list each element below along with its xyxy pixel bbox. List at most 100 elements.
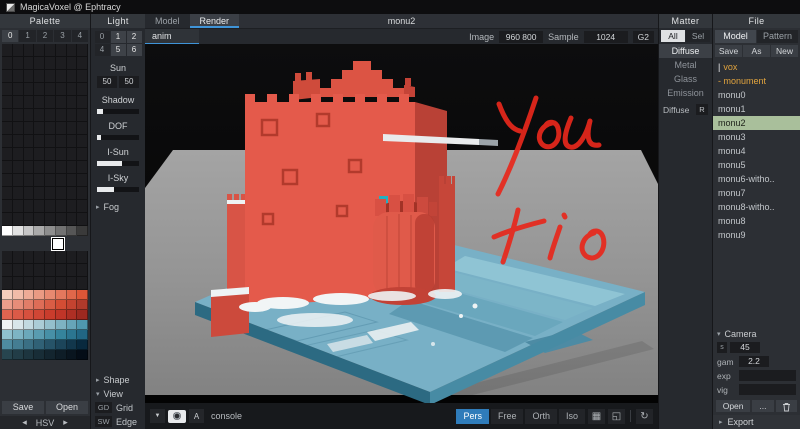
palette-swatch[interactable]: [2, 330, 13, 340]
palette-swatch[interactable]: [13, 83, 24, 96]
palette-swatch[interactable]: [13, 135, 24, 148]
palette-swatch[interactable]: [34, 264, 45, 277]
palette-tab-0[interactable]: 0: [2, 30, 18, 42]
palette-swatch[interactable]: [13, 310, 24, 320]
file-action-save[interactable]: Save: [715, 45, 742, 57]
palette-swatch[interactable]: [45, 83, 56, 96]
palette-swatch[interactable]: [13, 330, 24, 340]
palette-swatch[interactable]: [34, 213, 45, 226]
palette-swatch[interactable]: [56, 213, 67, 226]
palette-swatch[interactable]: [67, 83, 78, 96]
palette-swatch[interactable]: [2, 135, 13, 148]
palette-tab-1[interactable]: 1: [19, 30, 35, 42]
palette-swatch[interactable]: [2, 226, 13, 236]
palette-swatch[interactable]: [77, 96, 88, 109]
palette-swatch[interactable]: [45, 57, 56, 70]
palette-open-button[interactable]: Open: [46, 401, 88, 414]
file-tab-model[interactable]: Model: [715, 30, 756, 43]
palette-swatch[interactable]: [13, 264, 24, 277]
export-row[interactable]: ▸ Export: [713, 415, 800, 429]
palette-swatch[interactable]: [34, 330, 45, 340]
view-mode-iso[interactable]: Iso: [559, 409, 585, 424]
palette-swatch[interactable]: [34, 96, 45, 109]
palette-swatch[interactable]: [13, 226, 24, 236]
palette-swatch[interactable]: [56, 187, 67, 200]
palette-swatch[interactable]: [2, 83, 13, 96]
file-item[interactable]: monu0: [713, 88, 800, 102]
palette-swatch[interactable]: [77, 161, 88, 174]
fov-value[interactable]: 45: [730, 342, 760, 353]
file-action-new[interactable]: New: [771, 45, 798, 57]
palette-swatch[interactable]: [77, 330, 88, 340]
antialias-toggle[interactable]: A: [189, 409, 204, 423]
palette-swatch[interactable]: [45, 320, 56, 330]
palette-swatch[interactable]: [34, 290, 45, 300]
palette-swatch[interactable]: [45, 174, 56, 187]
sun-value-x[interactable]: 50: [97, 76, 117, 88]
dof-slider[interactable]: [97, 135, 139, 140]
file-open-button[interactable]: Open: [716, 400, 750, 412]
file-item[interactable]: monu7: [713, 186, 800, 200]
palette-swatch[interactable]: [67, 174, 78, 187]
gam-value[interactable]: 2.2: [739, 356, 769, 367]
palette-swatch[interactable]: [34, 320, 45, 330]
palette-swatch[interactable]: [34, 200, 45, 213]
grid-toggle-row[interactable]: GD Grid: [91, 401, 145, 415]
palette-swatch[interactable]: [13, 320, 24, 330]
palette-swatch[interactable]: [45, 310, 56, 320]
palette-swatch[interactable]: [24, 226, 35, 236]
palette-swatch[interactable]: [2, 320, 13, 330]
palette-swatch[interactable]: [56, 300, 67, 310]
palette-swatch[interactable]: [34, 174, 45, 187]
palette-swatch[interactable]: [24, 96, 35, 109]
file-item[interactable]: monu6-witho..: [713, 172, 800, 186]
palette-swatch[interactable]: [2, 213, 13, 226]
palette-swatch[interactable]: [67, 44, 78, 57]
palette-swatch[interactable]: [77, 135, 88, 148]
edge-toggle-row[interactable]: SW Edge: [91, 415, 145, 429]
palette-mode-row[interactable]: ◂ HSV ▸: [0, 416, 90, 429]
mode-next-icon[interactable]: ▸: [63, 417, 68, 428]
grid-toggle-icon[interactable]: ▦: [588, 409, 605, 424]
file-item[interactable]: monu5: [713, 158, 800, 172]
palette-swatch[interactable]: [13, 161, 24, 174]
camera-icon[interactable]: [168, 410, 186, 423]
file-item[interactable]: monu9: [713, 228, 800, 242]
palette-swatch[interactable]: [45, 200, 56, 213]
palette-swatch[interactable]: [67, 122, 78, 135]
palette-swatch[interactable]: [34, 148, 45, 161]
palette-swatch[interactable]: [67, 135, 78, 148]
view-row[interactable]: ▾ View: [91, 387, 145, 401]
palette-swatch[interactable]: [2, 148, 13, 161]
palette-swatch[interactable]: [45, 122, 56, 135]
file-more-button[interactable]: ...: [752, 400, 773, 412]
palette-swatch[interactable]: [77, 251, 88, 264]
palette-swatch[interactable]: [67, 109, 78, 122]
palette-swatch[interactable]: [67, 277, 78, 290]
palette-swatch[interactable]: [24, 135, 35, 148]
palette-swatch[interactable]: [67, 290, 78, 300]
palette-swatch[interactable]: [2, 161, 13, 174]
palette-swatch[interactable]: [34, 135, 45, 148]
palette-tab-2[interactable]: 2: [37, 30, 53, 42]
palette-swatch[interactable]: [2, 174, 13, 187]
palette-swatch[interactable]: [24, 44, 35, 57]
palette-swatch[interactable]: [56, 135, 67, 148]
palette-swatch[interactable]: [77, 109, 88, 122]
image-size-value[interactable]: 960 800: [499, 31, 543, 43]
sun-value-y[interactable]: 50: [119, 76, 139, 88]
matter-type-metal[interactable]: Metal: [659, 58, 712, 72]
palette-swatch[interactable]: [56, 44, 67, 57]
palette-swatch[interactable]: [24, 277, 35, 290]
palette-swatch[interactable]: [2, 277, 13, 290]
palette-swatch[interactable]: [13, 300, 24, 310]
isky-slider[interactable]: [97, 187, 139, 192]
render-canvas[interactable]: [145, 44, 658, 403]
palette-swatch[interactable]: [45, 251, 56, 264]
frame-toggle-icon[interactable]: ◱: [608, 409, 625, 424]
palette-swatch[interactable]: [56, 226, 67, 236]
palette-swatch[interactable]: [67, 200, 78, 213]
file-item[interactable]: monu1: [713, 102, 800, 116]
palette-swatch[interactable]: [45, 187, 56, 200]
file-item[interactable]: monu2: [713, 116, 800, 130]
